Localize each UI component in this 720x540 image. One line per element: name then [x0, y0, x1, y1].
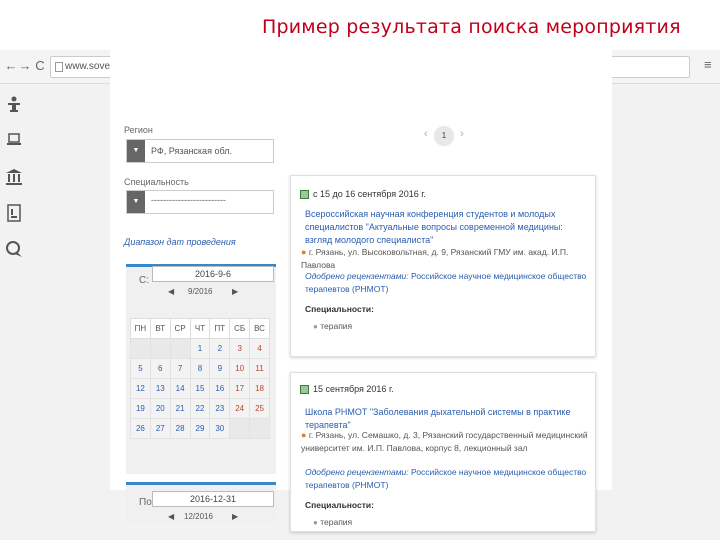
bank-icon[interactable] [5, 168, 23, 186]
calendar-day[interactable]: 16 [209, 378, 231, 399]
left-sidebar [0, 84, 28, 540]
calendar-day[interactable]: 18 [249, 378, 270, 399]
date-range-label: Диапазон дат проведения [124, 237, 236, 247]
calendar-day[interactable]: 10 [229, 358, 251, 379]
month-label: 9/2016 [188, 287, 213, 296]
laptop-icon[interactable] [5, 132, 23, 150]
calendar-day[interactable]: 15 [189, 378, 211, 399]
calendar-day[interactable]: 21 [169, 398, 191, 419]
pager-next-icon[interactable]: › [460, 128, 464, 140]
calendar-day[interactable]: 9 [209, 358, 231, 379]
calendar-day[interactable]: 1 [189, 338, 211, 359]
calendar-empty-cell [149, 338, 171, 359]
calendar-day[interactable]: 26 [130, 418, 151, 439]
location-pin-icon: ● [301, 247, 307, 257]
calendar-day[interactable]: 11 [249, 358, 270, 379]
person-icon[interactable] [5, 96, 23, 114]
calendar-empty-cell [169, 338, 191, 359]
chevron-down-icon[interactable]: ▼ [127, 140, 145, 162]
prev-month-icon[interactable]: ◀ [168, 287, 174, 296]
forward-icon[interactable]: → [18, 58, 32, 73]
event-card[interactable]: 15 сентября 2016 г. Школа РНМОТ "Заболев… [290, 372, 596, 532]
region-label: Регион [124, 125, 153, 135]
specialties-label: Специальности: [305, 304, 374, 314]
calendar-day[interactable]: 28 [169, 418, 191, 439]
back-icon[interactable]: ← [4, 58, 18, 73]
calendar-week-row: 26 27 28 29 30 [130, 418, 270, 439]
event-approved: Одобрено рецензентами: Российское научно… [305, 467, 587, 490]
next-month-icon[interactable]: ▶ [232, 287, 238, 296]
calendar-day[interactable]: 7 [169, 358, 191, 379]
event-address: ● г. Рязань, ул. Высоковольтная, д. 9, Р… [301, 247, 569, 270]
event-approved: Одобрено рецензентами: Российское научно… [305, 271, 587, 294]
calendar-day[interactable]: 17 [229, 378, 251, 399]
event-title[interactable]: Всероссийская научная конференция студен… [305, 208, 590, 247]
event-card[interactable]: с 15 до 16 сентября 2016 г. Всероссийска… [290, 175, 596, 357]
calendar-day[interactable]: 12 [130, 378, 151, 399]
calendar-day[interactable]: 29 [189, 418, 211, 439]
calendar-day[interactable]: 24 [229, 398, 251, 419]
month-label: 12/2016 [184, 512, 213, 521]
location-pin-icon: ● [301, 430, 307, 440]
weekday-label: ПТ [209, 318, 231, 339]
calendar-day[interactable]: 27 [149, 418, 171, 439]
weekday-label: СБ [229, 318, 251, 339]
calendar-week-row: 19 20 21 22 23 24 25 [130, 398, 270, 419]
calendar-grid: ПН ВТ СР ЧТ ПТ СБ ВС 1 2 3 4 5 6 7 8 9 10 11 12 13 14 15 16 17 1… [130, 318, 270, 439]
region-select[interactable]: ▼ РФ, Рязанская обл. [126, 139, 274, 163]
calendar-empty-cell [249, 418, 270, 439]
page-icon [55, 62, 63, 72]
calendar-icon [300, 385, 309, 394]
document-icon[interactable] [5, 204, 23, 222]
event-date: с 15 до 16 сентября 2016 г. [313, 189, 426, 199]
event-date: 15 сентября 2016 г. [313, 384, 394, 394]
pager-prev-icon[interactable]: ‹ [424, 128, 428, 140]
calendar-day[interactable]: 2 [209, 338, 231, 359]
region-value: РФ, Рязанская обл. [151, 146, 232, 156]
calendar-day[interactable]: 25 [249, 398, 270, 419]
prev-month-icon[interactable]: ◀ [168, 512, 174, 521]
calendar-day[interactable]: 13 [149, 378, 171, 399]
calendar-day[interactable]: 6 [149, 358, 171, 379]
calendar-day[interactable]: 3 [229, 338, 251, 359]
calendar-week-row: 12 13 14 15 16 17 18 [130, 378, 270, 399]
calendar-week-row: 1234 [130, 338, 270, 359]
specialty-select[interactable]: ▼ ------------------------- [126, 190, 274, 214]
calendar-day[interactable]: 22 [189, 398, 211, 419]
specialty-item: ● терапия [313, 517, 353, 527]
event-address: ● г. Рязань, ул. Семашко, д. 3, Рязански… [301, 430, 588, 453]
chevron-down-icon[interactable]: ▼ [127, 191, 145, 213]
specialty-label: Специальность [124, 177, 189, 187]
slide-title: Пример результата поиска мероприятия [262, 16, 681, 38]
calendar-day[interactable]: 19 [130, 398, 151, 419]
next-month-icon[interactable]: ▶ [232, 512, 238, 521]
calendar-icon [300, 190, 309, 199]
calendar-day[interactable]: 20 [149, 398, 171, 419]
weekday-header-row: ПН ВТ СР ЧТ ПТ СБ ВС [130, 318, 270, 339]
calendar-day[interactable]: 4 [249, 338, 270, 359]
weekday-label: СР [169, 318, 191, 339]
pager-page-1[interactable]: 1 [434, 126, 454, 146]
specialty-item: ● терапия [313, 321, 353, 331]
menu-icon[interactable]: ≡ [704, 57, 712, 72]
calendar-day[interactable]: 23 [209, 398, 231, 419]
calendar-empty-cell [130, 338, 151, 359]
from-label: С: [139, 275, 149, 286]
weekday-label: ВТ [149, 318, 171, 339]
reload-icon[interactable]: C [33, 58, 47, 73]
calendar-day[interactable]: 8 [189, 358, 211, 379]
calendar-week-row: 5 6 7 8 9 10 11 [130, 358, 270, 379]
calendar-day[interactable]: 14 [169, 378, 191, 399]
weekday-label: ВС [249, 318, 270, 339]
calendar-empty-cell [229, 418, 251, 439]
specialty-value: ------------------------- [151, 195, 226, 205]
calendar-day[interactable]: 5 [130, 358, 151, 379]
weekday-label: ПН [130, 318, 151, 339]
chat-icon[interactable] [5, 240, 23, 258]
specialties-label: Специальности: [305, 500, 374, 510]
date-from-input[interactable]: 2016-9-6 [152, 266, 274, 282]
date-to-input[interactable]: 2016-12-31 [152, 491, 274, 507]
weekday-label: ЧТ [189, 318, 211, 339]
calendar-day[interactable]: 30 [209, 418, 231, 439]
